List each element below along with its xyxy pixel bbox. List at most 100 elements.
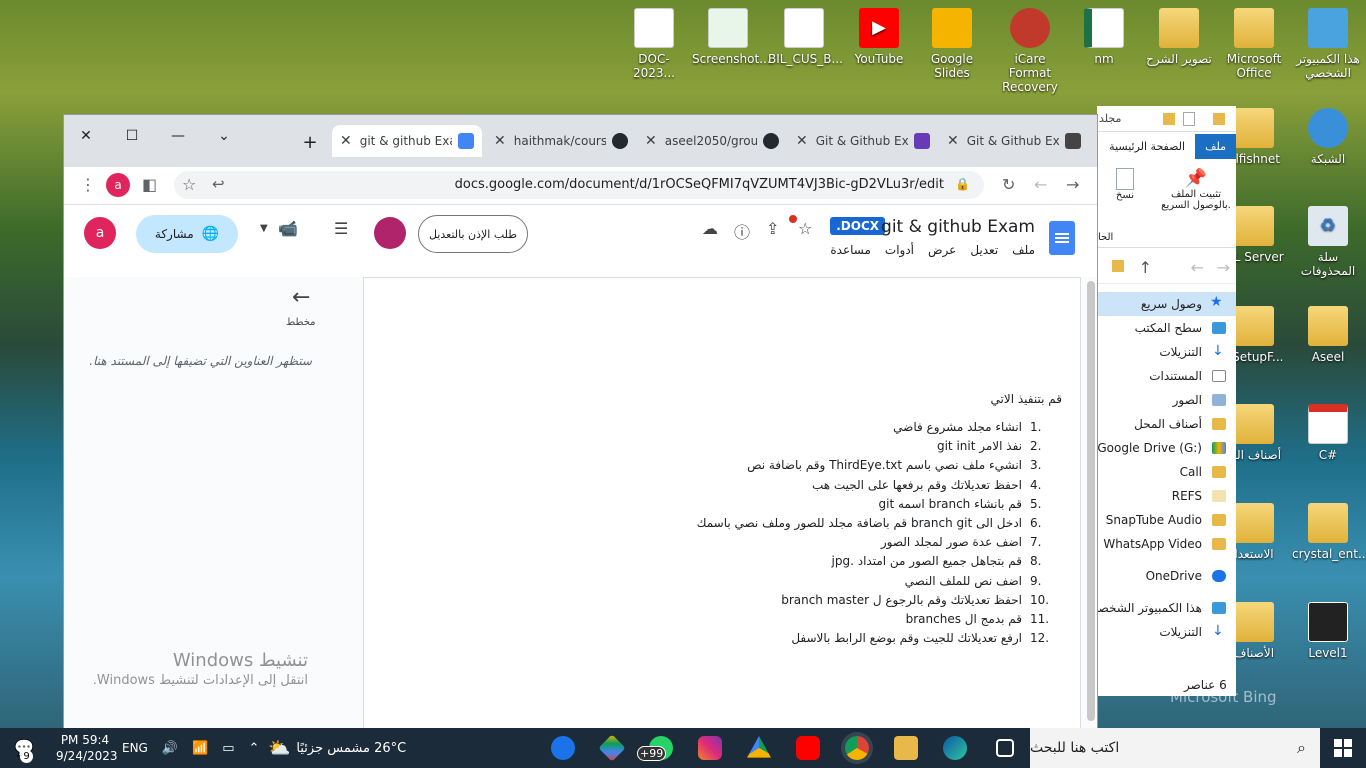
file-explorer-icon[interactable] [894, 736, 918, 760]
nav-call[interactable]: Call [1098, 460, 1236, 484]
share-page-icon[interactable]: ↩ [212, 175, 225, 193]
tab-git-github-ex-forms[interactable]: ✕ Git & Github Ex [788, 125, 938, 157]
notification-center-button[interactable]: 💬 9 [14, 738, 40, 763]
snip-tool-icon[interactable] [551, 736, 575, 760]
comments-icon[interactable]: ☰ [334, 219, 348, 238]
desktop-icon-icare[interactable]: iCare Format Recovery [994, 8, 1066, 94]
menu-dots-icon[interactable]: ⋮ [80, 175, 96, 194]
pin-button[interactable]: 📌 تثبيت الملف بالوصول السريع. [1158, 168, 1234, 211]
close-tab-icon[interactable]: ✕ [494, 133, 506, 149]
minimize-button[interactable]: — [156, 121, 200, 151]
new-tab-button[interactable]: + [288, 127, 332, 157]
tab-git-github-ex-classroom[interactable]: ✕ Git & Github Ex [939, 125, 1089, 157]
google-docs-icon[interactable] [1049, 221, 1075, 255]
side-panel-icon[interactable]: ◧ [142, 175, 157, 194]
menu-help[interactable]: مساعدة [830, 243, 871, 257]
close-window-button[interactable]: ✕ [64, 121, 108, 151]
nav-documents[interactable]: المستندات [1098, 364, 1236, 388]
maximize-button[interactable]: ☐ [110, 121, 154, 151]
menu-tools[interactable]: أدوات [885, 243, 914, 257]
close-tab-icon[interactable]: ✕ [340, 133, 352, 149]
share-button[interactable]: مشاركة 🌐 [136, 215, 238, 253]
nav-this-pc[interactable]: هذا الكمبيوتر الشخصي [1098, 596, 1236, 620]
scrollbar-thumb[interactable] [1087, 281, 1095, 721]
collaborator-avatar[interactable] [374, 217, 406, 249]
desktop-icon-doc[interactable]: DOC-2023... [618, 8, 690, 80]
nav-google-drive[interactable]: Google Drive (G:) [1098, 436, 1236, 460]
nav-pictures[interactable]: الصور [1098, 388, 1236, 412]
menu-view[interactable]: عرض [928, 243, 956, 257]
desktop-icon-bil[interactable]: BIL_CUS_B... [768, 8, 843, 66]
clock[interactable]: PM 59:4 9/24/2023 [56, 732, 118, 764]
document-title[interactable]: git & github Exam [881, 217, 1035, 237]
forward-icon[interactable]: → [1066, 175, 1079, 194]
back-icon[interactable]: ← [1191, 258, 1204, 277]
profile-avatar[interactable]: a [106, 173, 130, 197]
desktop-icon-network[interactable]: الشبكة [1292, 108, 1364, 166]
language-indicator[interactable]: ENG [122, 741, 148, 755]
tab-git-github-exam[interactable]: ✕ git & github Exa [332, 125, 482, 157]
nav-snaptube-audio[interactable]: SnapTube Audio [1098, 508, 1236, 532]
reload-icon[interactable]: ↻ [1002, 175, 1015, 194]
close-outline-arrow-icon[interactable]: ← [292, 285, 310, 310]
desktop-icon-crystal[interactable]: crystal_ent... [1292, 503, 1366, 561]
nav-downloads[interactable]: التنزيلات ↓ [1098, 340, 1236, 364]
weather-widget[interactable]: 26°C مشمس جزئيًا ⛅ [268, 728, 406, 768]
move-to-drive-icon[interactable]: ⇪ [766, 219, 779, 238]
desktop-icon-recycle-bin[interactable]: ♻ سلة المحذوفات [1292, 206, 1364, 278]
desktop-icon-google-slides[interactable]: Google Slides [916, 8, 988, 80]
offline-cloud-icon[interactable]: ☁ [702, 219, 718, 238]
tab-home[interactable]: الصفحة الرئيسية [1099, 134, 1195, 159]
instagram-icon[interactable] [698, 736, 722, 760]
desktop-icon-explain-photos[interactable]: تصوير الشرح [1143, 8, 1215, 66]
taskbar-search-box[interactable]: اكتب هنا للبحث ⌕ [1030, 728, 1320, 768]
edge-icon[interactable] [943, 736, 967, 760]
meet-dropdown-chevron-icon[interactable]: ▼ [260, 223, 268, 234]
menu-file[interactable]: ملف [1012, 243, 1035, 257]
nav-quick-access[interactable]: وصول سريع ★ [1098, 292, 1236, 316]
menu-edit[interactable]: تعديل [970, 243, 998, 257]
git-tool-icon[interactable] [598, 734, 626, 762]
back-icon[interactable]: ← [1034, 175, 1047, 194]
nav-whatsapp-video[interactable]: WhatsApp Video [1098, 532, 1236, 556]
tab-aseel2050[interactable]: ✕ aseel2050/grou [637, 125, 787, 157]
desktop-icon-aseel[interactable]: Aseel [1292, 306, 1364, 364]
volume-icon[interactable]: 🔊 [162, 741, 178, 756]
nav-downloads-2[interactable]: التنزيلات ↓ [1098, 620, 1236, 644]
video-camera-icon[interactable]: 📹 [278, 219, 298, 238]
desktop-icon-level1[interactable]: Level1 [1292, 602, 1364, 660]
start-button[interactable] [1320, 728, 1366, 768]
account-avatar[interactable]: a [84, 217, 116, 249]
desktop-icon-screenshot[interactable]: Screenshot... [692, 8, 771, 66]
bookmark-star-icon[interactable]: ☆ [182, 175, 196, 194]
tab-search-chevron-icon[interactable]: ⌄ [202, 121, 246, 151]
up-icon[interactable]: ↑ [1139, 258, 1152, 277]
desktop-icon-youtube[interactable]: ▶ YouTube [843, 8, 915, 66]
copy-button[interactable]: نسخ [1110, 168, 1140, 201]
forward-icon[interactable]: → [1217, 258, 1230, 277]
desktop-icon-this-pc[interactable]: هذا الكمبيوتر الشخصي [1292, 8, 1364, 80]
document-scrollbar[interactable] [1087, 277, 1095, 729]
request-edit-access-button[interactable]: طلب الإذن بالتعديل [418, 215, 528, 253]
wifi-icon[interactable]: 📶 [192, 741, 208, 756]
google-drive-icon[interactable] [747, 736, 771, 758]
tab-file[interactable]: ملف [1195, 133, 1236, 159]
nav-refs[interactable]: REFS [1098, 484, 1236, 508]
youtube-icon[interactable] [796, 736, 820, 760]
whatsapp-icon[interactable]: +99 [637, 736, 673, 761]
star-icon[interactable]: ☆ [798, 219, 812, 238]
nav-categories[interactable]: أصناف المحل [1098, 412, 1236, 436]
address-bar[interactable]: ☆ ↩ docs.google.com/document/d/1rOCSeQFM… [174, 171, 984, 199]
desktop-icon-nm[interactable]: nm [1068, 8, 1140, 66]
close-tab-icon[interactable]: ✕ [947, 133, 959, 149]
nav-desktop[interactable]: سطح المكتب [1098, 316, 1236, 340]
chrome-icon[interactable] [845, 736, 869, 760]
task-view-icon[interactable] [996, 739, 1014, 757]
tab-haithmak[interactable]: ✕ haithmak/cours [486, 125, 636, 157]
close-tab-icon[interactable]: ✕ [796, 133, 808, 149]
document-page[interactable]: قم بتنفيذ الاتي 1. انشاء مجلد مشروع فاضي … [363, 277, 1081, 729]
show-hidden-icons-chevron-icon[interactable]: ⌃ [249, 741, 260, 756]
nav-onedrive[interactable]: OneDrive [1098, 564, 1236, 588]
info-icon[interactable]: ⓘ [734, 219, 750, 243]
desktop-icon-ms-office[interactable]: Microsoft Office [1218, 8, 1290, 80]
